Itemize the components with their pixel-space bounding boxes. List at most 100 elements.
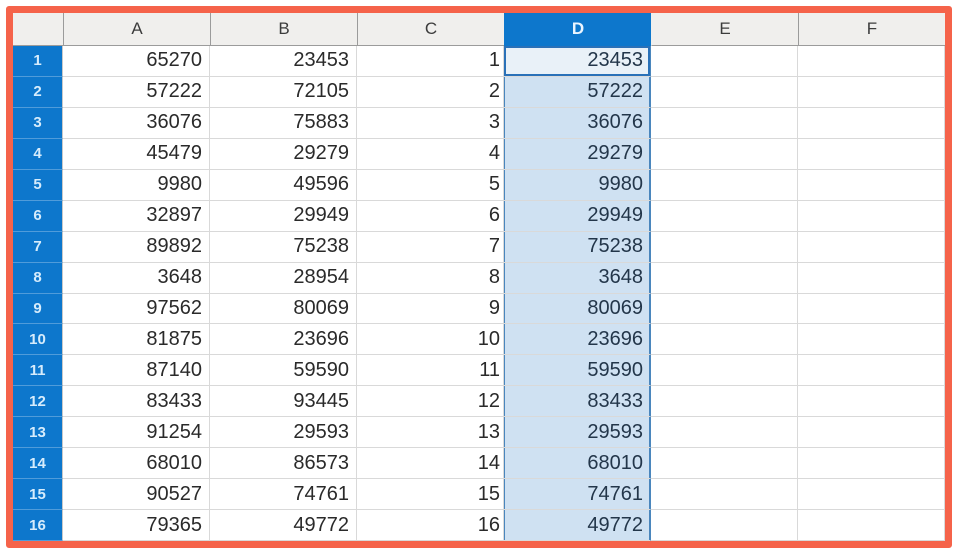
cell-D4[interactable]: 29279: [504, 138, 651, 170]
cell-E10[interactable]: [651, 324, 798, 356]
column-header-E[interactable]: E: [651, 13, 798, 46]
cell-B13[interactable]: 29593: [210, 417, 357, 449]
column-header-C[interactable]: C: [357, 13, 504, 46]
cell-A14[interactable]: 68010: [63, 448, 210, 480]
cell-D14[interactable]: 68010: [504, 448, 651, 480]
cell-E3[interactable]: [651, 107, 798, 139]
cell-A5[interactable]: 9980: [63, 169, 210, 201]
cell-E2[interactable]: [651, 76, 798, 108]
column-header-D[interactable]: D: [504, 13, 651, 46]
row-header-8[interactable]: 8: [13, 262, 63, 294]
cell-D1[interactable]: 23453: [504, 46, 651, 77]
cell-D5[interactable]: 9980: [504, 169, 651, 201]
row-header-12[interactable]: 12: [13, 386, 63, 418]
column-header-B[interactable]: B: [210, 13, 357, 46]
cell-C7[interactable]: 7: [357, 231, 504, 263]
cell-B6[interactable]: 29949: [210, 200, 357, 232]
cell-A11[interactable]: 87140: [63, 355, 210, 387]
cell-C15[interactable]: 15: [357, 479, 504, 511]
cell-C8[interactable]: 8: [357, 262, 504, 294]
cell-D6[interactable]: 29949: [504, 200, 651, 232]
cell-C14[interactable]: 14: [357, 448, 504, 480]
cell-D12[interactable]: 83433: [504, 386, 651, 418]
cell-B9[interactable]: 80069: [210, 293, 357, 325]
row-header-16[interactable]: 16: [13, 510, 63, 541]
cell-E4[interactable]: [651, 138, 798, 170]
row-header-3[interactable]: 3: [13, 107, 63, 139]
cell-F10[interactable]: [798, 324, 945, 356]
cell-C3[interactable]: 3: [357, 107, 504, 139]
cell-B16[interactable]: 49772: [210, 510, 357, 541]
cell-B1[interactable]: 23453: [210, 46, 357, 77]
cell-A10[interactable]: 81875: [63, 324, 210, 356]
cell-E5[interactable]: [651, 169, 798, 201]
cell-B2[interactable]: 72105: [210, 76, 357, 108]
cell-E8[interactable]: [651, 262, 798, 294]
cell-A1[interactable]: 65270: [63, 46, 210, 77]
cell-D2[interactable]: 57222: [504, 76, 651, 108]
row-header-11[interactable]: 11: [13, 355, 63, 387]
cell-F13[interactable]: [798, 417, 945, 449]
cell-C11[interactable]: 11: [357, 355, 504, 387]
cell-C9[interactable]: 9: [357, 293, 504, 325]
cell-A15[interactable]: 90527: [63, 479, 210, 511]
cell-D8[interactable]: 3648: [504, 262, 651, 294]
cell-F2[interactable]: [798, 76, 945, 108]
cell-B4[interactable]: 29279: [210, 138, 357, 170]
cell-A13[interactable]: 91254: [63, 417, 210, 449]
row-header-6[interactable]: 6: [13, 200, 63, 232]
cell-F4[interactable]: [798, 138, 945, 170]
row-header-7[interactable]: 7: [13, 231, 63, 263]
cell-E1[interactable]: [651, 46, 798, 77]
cell-F11[interactable]: [798, 355, 945, 387]
cell-B3[interactable]: 75883: [210, 107, 357, 139]
cell-F12[interactable]: [798, 386, 945, 418]
cell-A9[interactable]: 97562: [63, 293, 210, 325]
column-header-F[interactable]: F: [798, 13, 945, 46]
row-header-13[interactable]: 13: [13, 417, 63, 449]
cell-E15[interactable]: [651, 479, 798, 511]
row-header-10[interactable]: 10: [13, 324, 63, 356]
cell-F5[interactable]: [798, 169, 945, 201]
row-header-9[interactable]: 9: [13, 293, 63, 325]
cell-B10[interactable]: 23696: [210, 324, 357, 356]
cell-C6[interactable]: 6: [357, 200, 504, 232]
cell-C2[interactable]: 2: [357, 76, 504, 108]
cell-B14[interactable]: 86573: [210, 448, 357, 480]
cell-E16[interactable]: [651, 510, 798, 541]
cell-A6[interactable]: 32897: [63, 200, 210, 232]
cell-D9[interactable]: 80069: [504, 293, 651, 325]
cell-C12[interactable]: 12: [357, 386, 504, 418]
row-header-4[interactable]: 4: [13, 138, 63, 170]
cell-C13[interactable]: 13: [357, 417, 504, 449]
cell-D13[interactable]: 29593: [504, 417, 651, 449]
row-header-15[interactable]: 15: [13, 479, 63, 511]
cell-E14[interactable]: [651, 448, 798, 480]
cell-B5[interactable]: 49596: [210, 169, 357, 201]
row-header-2[interactable]: 2: [13, 76, 63, 108]
cell-D7[interactable]: 75238: [504, 231, 651, 263]
row-header-5[interactable]: 5: [13, 169, 63, 201]
column-header-A[interactable]: A: [63, 13, 210, 46]
row-header-1[interactable]: 1: [13, 46, 63, 77]
cell-A4[interactable]: 45479: [63, 138, 210, 170]
cell-F6[interactable]: [798, 200, 945, 232]
cell-C10[interactable]: 10: [357, 324, 504, 356]
row-header-14[interactable]: 14: [13, 448, 63, 480]
cell-F15[interactable]: [798, 479, 945, 511]
cell-F8[interactable]: [798, 262, 945, 294]
cell-F16[interactable]: [798, 510, 945, 541]
cell-E11[interactable]: [651, 355, 798, 387]
cell-A2[interactable]: 57222: [63, 76, 210, 108]
cell-A16[interactable]: 79365: [63, 510, 210, 541]
cell-B7[interactable]: 75238: [210, 231, 357, 263]
cell-E6[interactable]: [651, 200, 798, 232]
cell-B12[interactable]: 93445: [210, 386, 357, 418]
cell-E12[interactable]: [651, 386, 798, 418]
cell-C16[interactable]: 16: [357, 510, 504, 541]
cell-C5[interactable]: 5: [357, 169, 504, 201]
cell-D11[interactable]: 59590: [504, 355, 651, 387]
cell-B8[interactable]: 28954: [210, 262, 357, 294]
select-all-corner[interactable]: [13, 13, 63, 46]
cell-B15[interactable]: 74761: [210, 479, 357, 511]
